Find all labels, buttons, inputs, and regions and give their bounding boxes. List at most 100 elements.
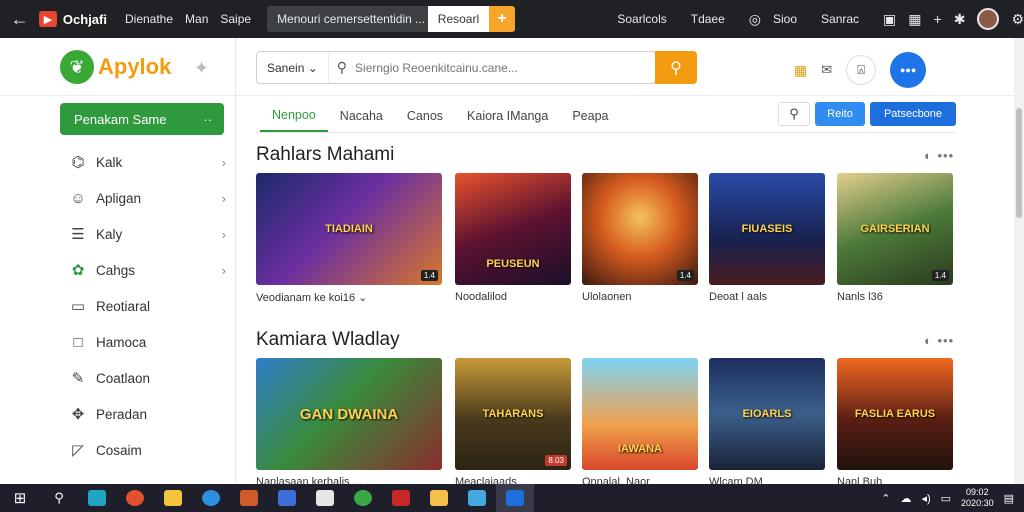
sidebar-item-label: Apligan [96,190,142,206]
apps-grid-icon[interactable]: ▦ [794,62,807,79]
windows-start-icon[interactable]: ⊞ [0,484,40,512]
profile-avatar[interactable] [977,8,1000,30]
sidebar-item-7[interactable]: ✎ Coatlaon [68,360,226,396]
notifications-icon[interactable]: ▤ [1004,492,1014,505]
top-link-2[interactable]: Man [185,12,208,26]
user-icon[interactable]: ⍓ [846,55,877,85]
taskbar-app-icon[interactable] [78,484,116,512]
sidebar-item-3[interactable]: ☰ Kaly › [68,216,226,252]
game-card[interactable]: EIOARLS Wlcam DM [709,358,825,488]
game-card[interactable]: IAWANA Onnalal. Naor [582,358,698,488]
account-button-icon[interactable]: ●●● [890,52,927,88]
tab-5[interactable]: Peapa [560,100,620,132]
tab-4[interactable]: Kaiora IManga [455,100,560,132]
top-right-link-1[interactable]: Soarlcols [617,12,666,26]
taskbar-app-icon[interactable] [458,484,496,512]
toolbar-button-1[interactable]: Reito [815,102,865,126]
game-card[interactable]: TAHARANS 8.03 Meaclaiaads [455,358,571,488]
app-logo[interactable]: ❦ Apylok [60,50,171,84]
game-art-title: TAHARANS [482,408,544,420]
back-arrow-icon[interactable]: ← [0,0,39,38]
add-button[interactable]: + [488,6,516,32]
address-field[interactable]: Menouri cemersettentidin ... [267,6,429,32]
search-input[interactable] [355,60,655,75]
page-scrollbar[interactable] [1014,38,1024,484]
search-scope-dropdown[interactable]: Sanein ⌄ [257,52,329,83]
filter-search-icon[interactable]: ⚲ [778,102,810,126]
sidebar-item-1[interactable]: ⌬ Kalk › [68,144,226,180]
extension-icon[interactable]: ✱ [954,11,966,28]
taskbar-active-app-icon[interactable] [496,484,534,512]
game-caption: Nanls l36 [837,291,883,303]
tab-1[interactable]: Nenpoo [260,100,328,132]
game-card[interactable]: TIADIAIN 1.4 Veodianam ke koi16 ⌄ [256,173,442,304]
game-art-title: FASLIA EARUS [854,408,936,420]
top-right-link-2[interactable]: Tdaee [691,12,725,26]
chevron-up-icon[interactable]: ⌃ [881,492,890,505]
settings-icon[interactable]: ⚙ [1011,11,1024,28]
taskbar-browser-icon[interactable] [192,484,230,512]
window-icon[interactable]: ▣ [883,11,896,28]
sidebar-item-9[interactable]: ◸ Cosaim [68,432,226,468]
clock[interactable]: 09:02 2020:30 [961,487,994,509]
game-thumbnail: FIUASEIS [709,173,825,285]
taskbar-app-icon[interactable] [268,484,306,512]
category-tabs: Nenpoo Nacaha Canos Kaiora IManga Peapa [260,100,621,132]
sidebar-item-label: Cahgs [96,262,136,278]
sidebar-item-2[interactable]: ☺ Apligan › [68,180,226,216]
messages-icon[interactable]: ✉ [821,62,832,78]
plus-icon[interactable]: + [934,11,942,27]
clock-time: 09:02 [966,487,989,497]
sidebar-item-label: Peradan [96,406,148,422]
site-brand[interactable]: Ochjafi [63,12,107,27]
puzzle-icon[interactable]: ✦ [194,58,209,79]
game-card[interactable]: 1.4 Ulolaonen [582,173,698,303]
taskbar-app-icon[interactable] [306,484,344,512]
sidebar-item-label: Cosaim [96,442,142,458]
sidebar-item-6[interactable]: □ Hamoca [68,324,226,360]
game-art-title: IAWANA [618,443,662,455]
tab-3[interactable]: Canos [395,100,455,132]
globe-icon[interactable]: ◎ [749,11,761,28]
scrollbar-thumb[interactable] [1016,108,1022,218]
taskbar-search-icon[interactable]: ⚲ [40,484,78,512]
taskbar-folder-icon[interactable] [420,484,458,512]
sidebar-item-4[interactable]: ✿ Cahgs › [68,252,226,288]
game-badge: 1.4 [420,270,438,281]
game-thumbnail: GAIRSERIAN 1.4 [837,173,953,285]
game-card[interactable]: PEUSEUN Noodalilod [455,173,571,303]
section-more-icon[interactable]: ◐ ••• [924,333,954,348]
search-button[interactable]: ⚲ [655,51,697,84]
grid-icon[interactable]: ▦ [908,11,921,28]
toolbar-button-2[interactable]: Patsecbone [870,102,956,126]
top-link-1[interactable]: Dienathe [125,12,173,26]
network-icon[interactable]: ☁ [900,492,911,505]
volume-icon[interactable]: ◂) [921,492,930,505]
sidebar-item-8[interactable]: ✥ Peradan [68,396,226,432]
keyboard-icon[interactable]: ▭ [941,492,951,505]
game-card[interactable]: FIUASEIS Deoat l aals [709,173,825,303]
game-card[interactable]: GAIRSERIAN 1.4 Nanls l36 [837,173,953,303]
taskbar-app-icon[interactable] [382,484,420,512]
sidebar-item-label: Coatlaon [96,370,151,386]
top-link-3[interactable]: Saipe [220,12,251,26]
sidebar-item-label: Kalk [96,154,123,170]
game-card[interactable]: FASLIA EARUS Nanl Buh [837,358,953,488]
settings-icon: ✿ [71,262,85,279]
sidebar-primary-button[interactable]: Penakam Same ·· [60,103,224,135]
taskbar-folder-icon[interactable] [154,484,192,512]
address-go-button[interactable]: Resoarl [428,6,489,32]
sidebar-item-5[interactable]: ▭ Reotiaral [68,288,226,324]
taskbar-app-icon[interactable] [344,484,382,512]
site-logo-icon[interactable]: ▶ [39,11,57,27]
top-right-item-2[interactable]: Sanrac [821,12,859,26]
top-right-item-1[interactable]: Sioo [773,12,797,26]
taskbar-app-icon[interactable] [116,484,154,512]
list-icon: ☰ [71,226,85,243]
taskbar-app-icon[interactable] [230,484,268,512]
tab-2[interactable]: Nacaha [328,100,395,132]
game-thumbnail: 1.4 [582,173,698,285]
game-card[interactable]: GAN DWAINA Nanlasaan kerhalis ... [256,358,442,488]
section-more-icon[interactable]: ◐ ••• [924,148,954,163]
header-icons: ▦ ✉ ⍓ ●●● [794,52,927,88]
